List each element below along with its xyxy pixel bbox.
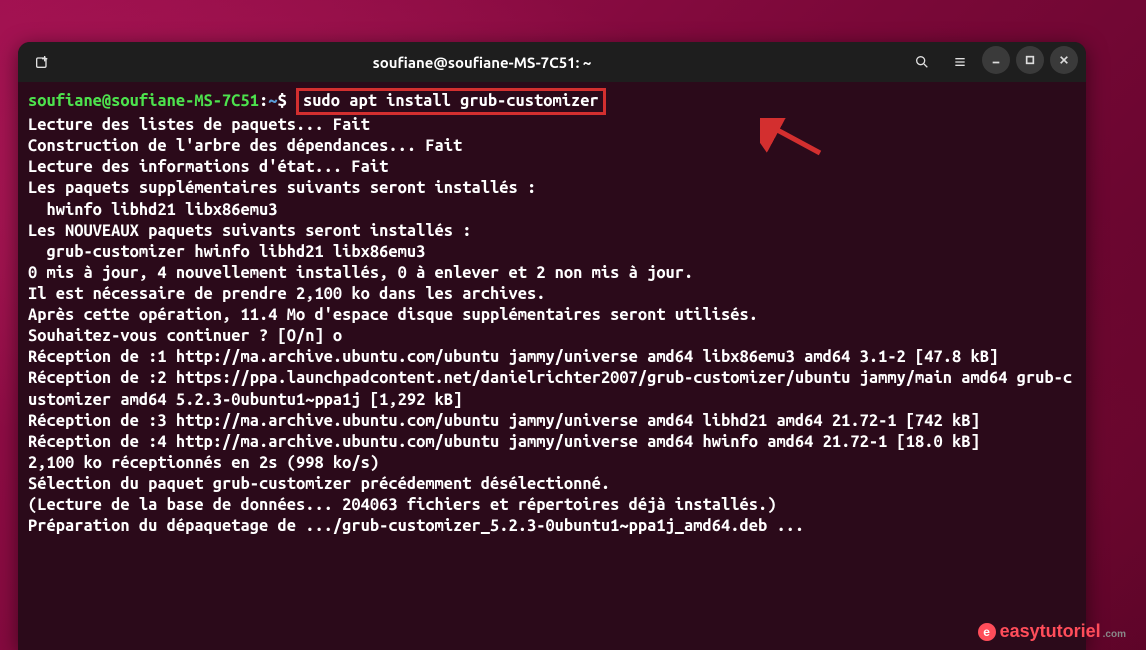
prompt-path: ~ (268, 92, 277, 110)
terminal-window: soufiane@soufiane-MS-7C51: ~ soufiane@so… (18, 42, 1086, 650)
output-line: 2,100 ko réceptionnés en 2s (998 ko/s) (28, 454, 379, 472)
output-line: Souhaitez-vous continuer ? [O/n] o (28, 327, 342, 345)
output-line: Lecture des listes de paquets... Fait (28, 116, 370, 134)
output-line: Lecture des informations d'état... Fait (28, 158, 388, 176)
watermark-text: easytutoriel (1000, 621, 1101, 642)
watermark-icon: e (978, 623, 996, 641)
minimize-button[interactable] (982, 46, 1010, 74)
close-button[interactable] (1050, 46, 1078, 74)
menu-button[interactable] (944, 46, 976, 78)
output-line: (Lecture de la base de données... 204063… (28, 496, 776, 514)
window-title: soufiane@soufiane-MS-7C51: ~ (66, 54, 898, 71)
output-line: 0 mis à jour, 4 nouvellement installés, … (28, 264, 693, 282)
watermark-suffix: .com (1103, 629, 1126, 640)
output-line: Les paquets supplémentaires suivants ser… (28, 179, 536, 197)
command-highlight: sudo apt install grub-customizer (296, 88, 606, 115)
search-button[interactable] (906, 46, 938, 78)
output-line: Réception de :3 http://ma.archive.ubuntu… (28, 412, 980, 430)
new-tab-button[interactable] (26, 46, 58, 78)
output-line: Réception de :1 http://ma.archive.ubuntu… (28, 348, 998, 366)
watermark: e easytutoriel .com (978, 621, 1126, 642)
titlebar: soufiane@soufiane-MS-7C51: ~ (18, 42, 1086, 82)
output-line: Il est nécessaire de prendre 2,100 ko da… (28, 285, 545, 303)
terminal-output[interactable]: soufiane@soufiane-MS-7C51:~$ sudo apt in… (18, 82, 1086, 543)
output-line: Sélection du paquet grub-customizer préc… (28, 475, 610, 493)
maximize-button[interactable] (1016, 46, 1044, 74)
output-line: grub-customizer hwinfo libhd21 libx86emu… (28, 243, 425, 261)
output-line: hwinfo libhd21 libx86emu3 (28, 201, 278, 219)
output-line: Après cette opération, 11.4 Mo d'espace … (28, 306, 758, 324)
output-line: Réception de :4 http://ma.archive.ubuntu… (28, 433, 980, 451)
output-line: Réception de :2 https://ppa.launchpadcon… (28, 369, 1072, 408)
output-line: Construction de l'arbre des dépendances.… (28, 137, 462, 155)
prompt-user: soufiane@soufiane-MS-7C51 (28, 92, 259, 110)
output-line: Les NOUVEAUX paquets suivants seront ins… (28, 222, 472, 240)
output-line: Préparation du dépaquetage de .../grub-c… (28, 517, 804, 535)
prompt-symbol: $ (278, 92, 287, 110)
